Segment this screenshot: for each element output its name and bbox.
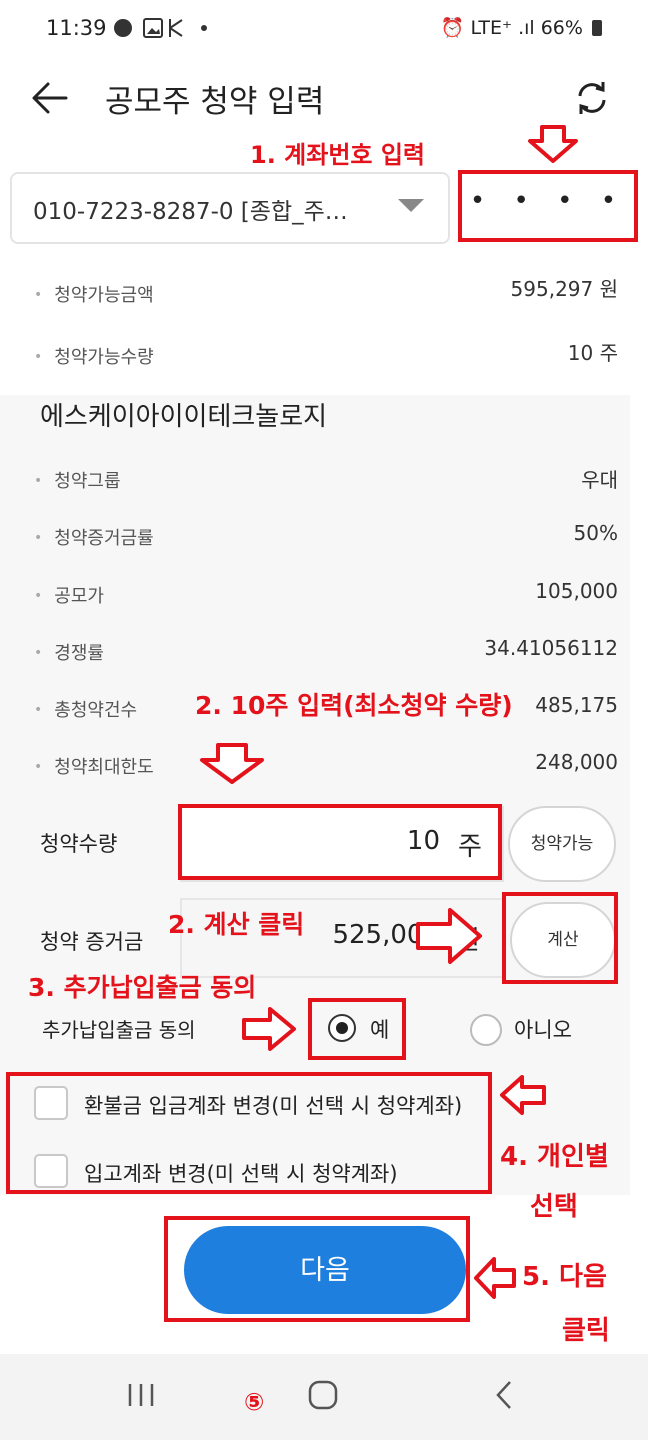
row-value: 50% — [573, 521, 618, 545]
consent-no-label[interactable]: 아니오 — [514, 1014, 572, 1044]
row-label: 공모가 — [34, 582, 104, 608]
annotation-arrow-down-icon — [526, 124, 580, 164]
battery-icon — [592, 20, 602, 36]
annotation-box-quantity — [178, 804, 502, 880]
row-value: 595,297 원 — [510, 277, 618, 301]
annotation-box-consent — [308, 998, 406, 1060]
row-value: 10 주 — [567, 341, 618, 365]
annotation-box-next — [164, 1216, 470, 1322]
back-nav-icon[interactable] — [492, 1378, 518, 1416]
recent-apps-icon[interactable] — [126, 1380, 156, 1414]
max-quantity-button[interactable]: 청약가능 — [508, 806, 616, 882]
alarm-icon: ⏰ — [440, 17, 465, 39]
signal-battery: LTE⁺ .ıl 66% — [470, 17, 583, 39]
annotation-box-checkboxes — [6, 1072, 492, 1194]
refresh-icon[interactable] — [572, 78, 612, 118]
row-label: 총청약건수 — [34, 696, 137, 722]
annotation-step4-line2: 선택 — [530, 1192, 578, 1222]
notification-icons — [112, 16, 242, 47]
annotation-step5-line1: 5. 다음 — [522, 1262, 607, 1292]
status-right: ⏰ LTE⁺ .ıl 66% — [441, 16, 602, 39]
annotation-arrow-right-icon — [414, 906, 484, 966]
annotation-box-password — [458, 170, 638, 242]
row-value: 105,000 — [535, 579, 618, 603]
status-time: 11:39 — [46, 16, 107, 40]
consent-label: 추가납입출금 동의 — [42, 1018, 196, 1042]
row-value: 248,000 — [535, 750, 618, 774]
row-value: 34.41056112 — [484, 636, 618, 660]
deposit-label: 청약 증거금 — [40, 930, 144, 954]
annotation-step1: 1. 계좌번호 입력 — [250, 141, 426, 169]
row-label: 청약그룹 — [34, 467, 120, 493]
annotation-arrow-down-icon — [196, 742, 268, 786]
quantity-label: 청약수량 — [40, 832, 118, 856]
status-bar: 11:39 ⏰ LTE⁺ .ıl 66% — [0, 0, 648, 60]
annotation-step3: 3. 추가납입출금 동의 — [28, 973, 257, 1002]
step-mark: ⑤ — [244, 1388, 265, 1416]
chevron-down-icon — [398, 199, 424, 212]
row-value: 485,175 — [535, 693, 618, 717]
annotation-step4-line1: 4. 개인별 — [500, 1142, 609, 1172]
page-title: 공모주 청약 입력 — [105, 84, 325, 120]
account-select-value: 010-7223-8287-0 [종합_주… — [33, 199, 348, 225]
annotation-step5-line2: 클릭 — [562, 1316, 610, 1346]
company-name: 에스케이아이이테크놀로지 — [40, 402, 328, 432]
row-label: 청약가능수량 — [34, 343, 153, 369]
annotation-box-calculate — [502, 892, 618, 984]
row-label: 청약증거금률 — [34, 524, 153, 550]
annotation-arrow-left-icon — [472, 1256, 518, 1300]
annotation-step2b: 2. 계산 클릭 — [168, 910, 305, 939]
back-arrow-icon[interactable] — [30, 78, 70, 118]
consent-no-radio[interactable] — [470, 1014, 502, 1046]
row-label: 경쟁률 — [34, 639, 104, 665]
annotation-arrow-left-icon — [498, 1074, 548, 1116]
row-label: 청약가능금액 — [34, 281, 153, 307]
row-label: 청약최대한도 — [34, 753, 153, 779]
annotation-arrow-right-icon — [240, 1006, 298, 1052]
row-value: 우대 — [581, 468, 618, 492]
annotation-step2a: 2. 10주 입력(최소청약 수량) — [195, 691, 513, 720]
home-icon[interactable] — [306, 1378, 340, 1416]
